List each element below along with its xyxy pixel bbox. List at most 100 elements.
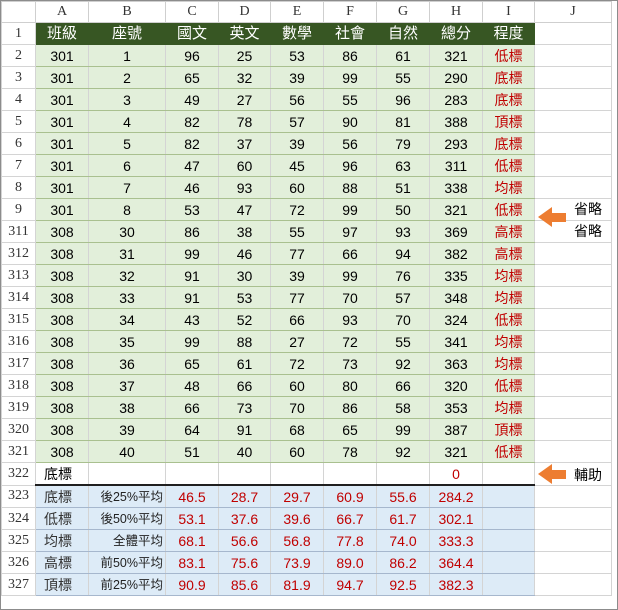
stats-label-cell[interactable]: 頂標 xyxy=(35,573,89,596)
level-cell[interactable]: 高標 xyxy=(482,242,535,265)
cell[interactable]: 36 xyxy=(88,352,166,375)
cell[interactable]: 66 xyxy=(323,242,377,265)
cell[interactable]: 7 xyxy=(88,176,166,199)
row-header[interactable]: 314 xyxy=(1,286,36,309)
stats-label-cell[interactable]: 高標 xyxy=(35,551,89,574)
header-cell[interactable]: 社會 xyxy=(323,22,377,45)
cell[interactable]: 81 xyxy=(376,110,430,133)
cell[interactable]: 324 xyxy=(429,308,483,331)
cell[interactable]: 99 xyxy=(323,264,377,287)
cell[interactable] xyxy=(534,529,612,552)
cell[interactable]: 79 xyxy=(376,132,430,155)
cell[interactable]: 66 xyxy=(218,374,271,397)
cell[interactable] xyxy=(534,330,612,353)
cell[interactable]: 301 xyxy=(35,154,89,177)
cell[interactable]: 308 xyxy=(35,286,89,309)
cell[interactable]: 335 xyxy=(429,264,483,287)
cell[interactable]: 93 xyxy=(376,220,430,243)
stats-value-cell[interactable]: 60.9 xyxy=(323,484,377,508)
stats-value-cell[interactable]: 382.3 xyxy=(429,573,483,596)
stats-value-cell[interactable]: 53.1 xyxy=(165,507,219,530)
cell[interactable]: 5 xyxy=(88,132,166,155)
level-cell[interactable]: 均標 xyxy=(482,330,535,353)
cell[interactable]: 27 xyxy=(270,330,324,353)
cell[interactable]: 387 xyxy=(429,418,483,441)
cell[interactable] xyxy=(534,374,612,397)
cell[interactable]: 51 xyxy=(376,176,430,199)
cell[interactable]: 60 xyxy=(218,154,271,177)
cell[interactable]: 53 xyxy=(218,286,271,309)
row-header[interactable]: 318 xyxy=(1,374,36,397)
cell[interactable]: 51 xyxy=(165,440,219,463)
cell[interactable]: 66 xyxy=(270,308,324,331)
cell[interactable]: 30 xyxy=(218,264,271,287)
stats-label-cell[interactable]: 底標 xyxy=(35,484,89,508)
stats-description-cell[interactable]: 全體平均 xyxy=(88,529,166,552)
cell[interactable]: 308 xyxy=(35,440,89,463)
cell[interactable] xyxy=(482,462,535,486)
cell[interactable]: 37 xyxy=(88,374,166,397)
column-header-e[interactable]: E xyxy=(270,1,324,23)
column-header-a[interactable]: A xyxy=(35,1,89,23)
cell[interactable]: 90 xyxy=(323,110,377,133)
row-header[interactable]: 312 xyxy=(1,242,36,265)
cell[interactable] xyxy=(534,286,612,309)
helper-value-cell[interactable]: 0 xyxy=(429,462,483,486)
cell[interactable]: 60 xyxy=(270,374,324,397)
cell[interactable] xyxy=(534,44,612,67)
row-header[interactable]: 7 xyxy=(1,154,36,177)
cell[interactable]: 38 xyxy=(88,396,166,419)
cell[interactable]: 94 xyxy=(376,242,430,265)
cell[interactable]: 31 xyxy=(88,242,166,265)
cell[interactable]: 86 xyxy=(323,396,377,419)
row-header[interactable]: 327 xyxy=(1,573,36,596)
level-cell[interactable]: 均標 xyxy=(482,286,535,309)
cell[interactable]: 308 xyxy=(35,308,89,331)
cell[interactable]: 348 xyxy=(429,286,483,309)
cell[interactable]: 43 xyxy=(165,308,219,331)
stats-value-cell[interactable]: 56.8 xyxy=(270,529,324,552)
cell[interactable]: 60 xyxy=(270,176,324,199)
cell[interactable] xyxy=(534,132,612,155)
cell[interactable]: 25 xyxy=(218,44,271,67)
header-cell[interactable]: 程度 xyxy=(482,22,535,45)
stats-value-cell[interactable]: 75.6 xyxy=(218,551,271,574)
column-header-f[interactable]: F xyxy=(323,1,377,23)
stats-description-cell[interactable]: 前50%平均 xyxy=(88,551,166,574)
cell[interactable]: 53 xyxy=(270,44,324,67)
stats-value-cell[interactable]: 92.5 xyxy=(376,573,430,596)
cell[interactable]: 33 xyxy=(88,286,166,309)
row-header[interactable]: 2 xyxy=(1,44,36,67)
level-cell[interactable]: 低標 xyxy=(482,44,535,67)
cell[interactable]: 308 xyxy=(35,418,89,441)
cell[interactable]: 308 xyxy=(35,220,89,243)
level-cell[interactable]: 均標 xyxy=(482,396,535,419)
cell[interactable]: 46 xyxy=(218,242,271,265)
cell[interactable]: 92 xyxy=(376,440,430,463)
header-cell[interactable]: 自然 xyxy=(376,22,430,45)
cell[interactable]: 34 xyxy=(88,308,166,331)
stats-label-cell[interactable]: 低標 xyxy=(35,507,89,530)
cell[interactable] xyxy=(534,551,612,574)
stats-description-cell[interactable]: 後50%平均 xyxy=(88,507,166,530)
cell[interactable]: 58 xyxy=(376,396,430,419)
stats-value-cell[interactable]: 83.1 xyxy=(165,551,219,574)
cell[interactable]: 65 xyxy=(165,352,219,375)
stats-value-cell[interactable]: 85.6 xyxy=(218,573,271,596)
row-header[interactable]: 324 xyxy=(1,507,36,530)
row-header[interactable]: 313 xyxy=(1,264,36,287)
stats-value-cell[interactable]: 28.7 xyxy=(218,484,271,508)
cell[interactable]: 301 xyxy=(35,132,89,155)
cell[interactable]: 40 xyxy=(88,440,166,463)
row-header[interactable]: 326 xyxy=(1,551,36,574)
cell[interactable]: 66 xyxy=(376,374,430,397)
cell[interactable] xyxy=(534,352,612,375)
cell[interactable]: 6 xyxy=(88,154,166,177)
stats-description-cell[interactable]: 前25%平均 xyxy=(88,573,166,596)
cell[interactable]: 86 xyxy=(165,220,219,243)
cell[interactable]: 301 xyxy=(35,44,89,67)
cell[interactable] xyxy=(534,22,612,45)
cell[interactable] xyxy=(534,396,612,419)
cell[interactable]: 91 xyxy=(165,286,219,309)
header-cell[interactable]: 數學 xyxy=(270,22,324,45)
